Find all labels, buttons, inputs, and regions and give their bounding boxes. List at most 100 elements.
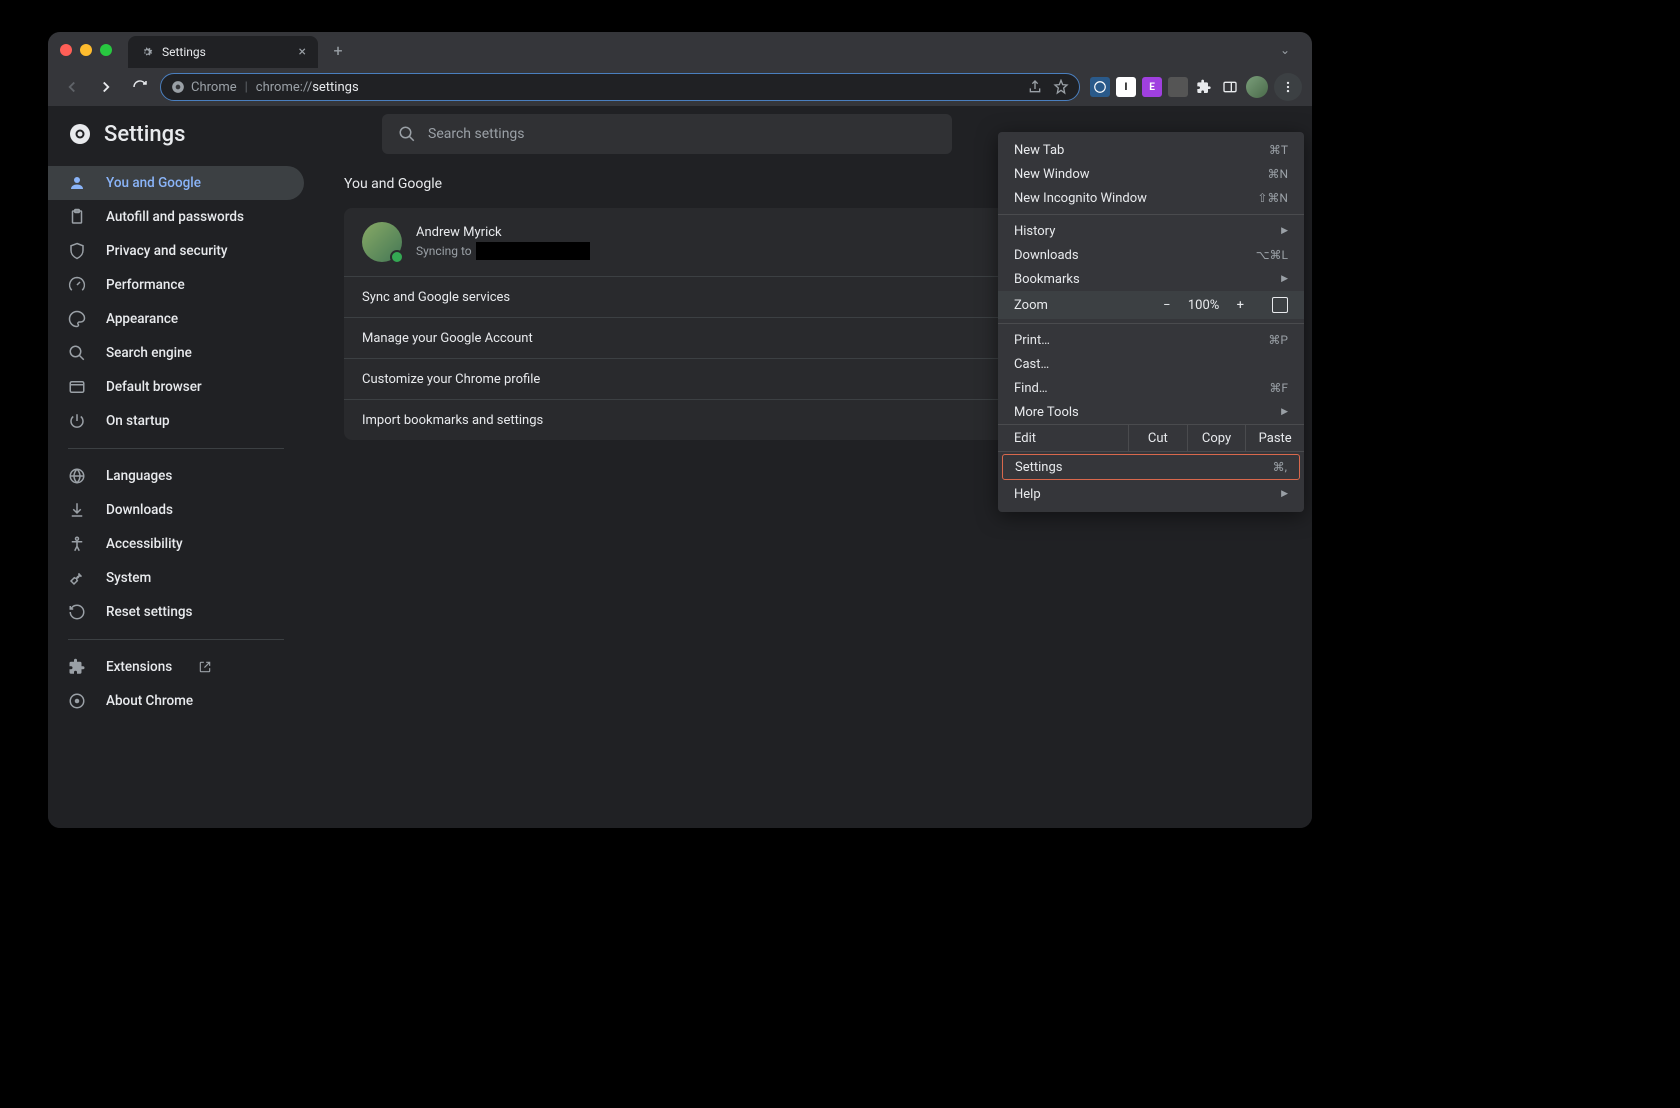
sidebar-divider [68,639,284,640]
sidebar-item-search-engine[interactable]: Search engine [48,336,304,370]
menu-shortcut: ⌘N [1267,167,1288,181]
gear-icon [140,45,154,59]
menu-item-zoom: Zoom − 100% + [998,291,1304,319]
menu-shortcut: ⌘T [1269,143,1288,157]
menu-item-edit-row: Edit Cut Copy Paste [998,424,1304,452]
menu-item-cast[interactable]: Cast… [998,352,1304,376]
zoom-out-button[interactable]: − [1163,298,1170,313]
extension-icon-3[interactable]: E [1142,77,1162,97]
extensions-button[interactable] [1194,77,1214,97]
sidebar-item-on-startup[interactable]: On startup [48,404,304,438]
sidebar-item-accessibility[interactable]: Accessibility [48,527,304,561]
chrome-menu-button[interactable] [1274,73,1302,101]
titlebar: Settings × + ⌄ [48,32,1312,68]
sidebar-item-label: Default browser [106,379,202,395]
menu-item-new-tab[interactable]: New Tab ⌘T [998,138,1304,162]
sidebar-item-label: Languages [106,468,172,484]
toolbar: Chrome | chrome://settings I E [48,68,1312,106]
extension-icon-2[interactable]: I [1116,77,1136,97]
minimize-window-button[interactable] [80,44,92,56]
menu-item-bookmarks[interactable]: Bookmarks ▶ [998,267,1304,291]
speedometer-icon [68,276,86,294]
sidebar-item-default-browser[interactable]: Default browser [48,370,304,404]
accessibility-icon [68,535,86,553]
menu-label: Downloads [1014,248,1079,263]
sidebar-item-label: Appearance [106,311,178,327]
extension-icon-4[interactable] [1168,77,1188,97]
menu-item-downloads[interactable]: Downloads ⌥⌘L [998,243,1304,267]
chrome-logo-icon [68,122,92,146]
chrome-icon [68,692,86,710]
tab-search-button[interactable]: ⌄ [1270,37,1300,63]
bookmark-star-icon[interactable] [1053,79,1069,95]
menu-label: More Tools [1014,405,1079,420]
reload-button[interactable] [126,73,154,101]
sidebar-item-label: Reset settings [106,604,192,620]
arrow-right-icon [97,78,115,96]
sidebar-item-label: You and Google [106,175,201,191]
menu-item-new-window[interactable]: New Window ⌘N [998,162,1304,186]
menu-item-settings[interactable]: Settings ⌘, [1002,454,1300,480]
search-icon [68,344,86,362]
menu-label: New Window [1014,167,1090,182]
sidebar-item-label: System [106,570,151,586]
menu-item-print[interactable]: Print… ⌘P [998,328,1304,352]
new-tab-button[interactable]: + [324,36,352,64]
row-label: Import bookmarks and settings [362,413,543,428]
sidebar-item-label: Privacy and security [106,243,228,259]
menu-item-help[interactable]: Help ▶ [998,482,1304,506]
side-panel-button[interactable] [1220,77,1240,97]
fullscreen-button[interactable] [1272,297,1288,313]
row-label: Customize your Chrome profile [362,372,540,387]
sidebar-item-label: Search engine [106,345,192,361]
maximize-window-button[interactable] [100,44,112,56]
browser-tab[interactable]: Settings × [128,36,318,68]
back-button[interactable] [58,73,86,101]
redacted-email [476,242,590,260]
puzzle-icon [68,658,86,676]
sidebar-item-autofill[interactable]: Autofill and passwords [48,200,304,234]
menu-item-find[interactable]: Find… ⌘F [998,376,1304,400]
submenu-arrow-icon: ▶ [1281,407,1288,417]
edit-cut-button[interactable]: Cut [1128,425,1187,451]
search-icon [398,125,416,143]
kebab-icon [1281,80,1295,94]
sidebar-item-privacy[interactable]: Privacy and security [48,234,304,268]
menu-item-history[interactable]: History ▶ [998,219,1304,243]
sidebar-item-you-and-google[interactable]: You and Google [48,166,304,200]
omnibox-separator: | [245,80,248,95]
tab-title: Settings [162,45,206,59]
sidebar-item-reset[interactable]: Reset settings [48,595,304,629]
sidebar-item-performance[interactable]: Performance [48,268,304,302]
panel-icon [1222,79,1238,95]
reload-icon [131,78,149,96]
sidebar-item-about[interactable]: About Chrome [48,684,304,718]
profile-avatar-button[interactable] [1246,76,1268,98]
submenu-arrow-icon: ▶ [1281,274,1288,284]
extension-icon-1[interactable] [1090,77,1110,97]
address-bar[interactable]: Chrome | chrome://settings [160,73,1080,101]
settings-search-input[interactable]: Search settings [382,114,952,154]
sidebar-item-label: About Chrome [106,693,193,709]
menu-item-new-incognito[interactable]: New Incognito Window ⇧⌘N [998,186,1304,210]
site-info[interactable]: Chrome [171,80,237,95]
sidebar-item-extensions[interactable]: Extensions [48,650,304,684]
close-window-button[interactable] [60,44,72,56]
search-placeholder: Search settings [428,126,525,142]
puzzle-icon [1196,79,1212,95]
forward-button[interactable] [92,73,120,101]
edit-paste-button[interactable]: Paste [1245,425,1304,451]
sidebar-item-downloads[interactable]: Downloads [48,493,304,527]
menu-shortcut: ⌥⌘L [1256,248,1288,262]
zoom-in-button[interactable]: + [1237,298,1244,313]
share-icon[interactable] [1027,79,1043,95]
close-tab-button[interactable]: × [299,44,306,60]
edit-copy-button[interactable]: Copy [1187,425,1246,451]
menu-item-more-tools[interactable]: More Tools ▶ [998,400,1304,424]
menu-shortcut: ⌘F [1269,381,1288,395]
edit-label: Edit [998,425,1128,451]
sidebar-item-system[interactable]: System [48,561,304,595]
sidebar-item-appearance[interactable]: Appearance [48,302,304,336]
sidebar-item-languages[interactable]: Languages [48,459,304,493]
zoom-value: 100% [1187,298,1221,313]
